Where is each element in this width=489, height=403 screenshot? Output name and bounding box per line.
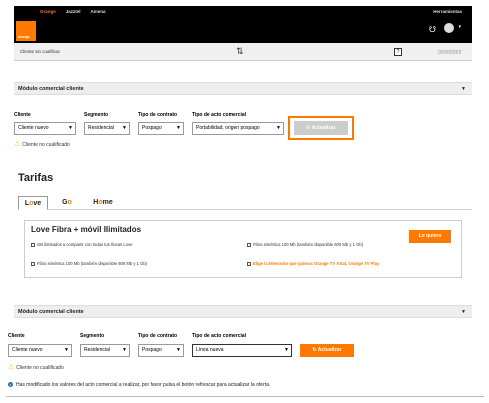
tarifas-title: Tarifas — [18, 172, 54, 184]
logo-text: orange — [18, 35, 30, 39]
avatar[interactable] — [444, 23, 454, 33]
module-header[interactable]: Módulo comercial cliente ▼ — [14, 82, 472, 95]
update-label: Actualizar — [317, 347, 342, 353]
chevron-down-icon: ▼ — [122, 347, 127, 353]
orange-logo: orange — [16, 21, 36, 41]
info-message: i Has modificado los valores del acto com… — [8, 382, 270, 388]
brand-nav: Orange Jazztel Amena — [40, 9, 106, 14]
info-text: Has modificado los valores del acto come… — [16, 382, 271, 388]
acto-select[interactable]: Portabilidad, origen pospago ▼ — [192, 122, 284, 135]
offer-card: Love Fibra + móvil Ilimitados GB ilimita… — [24, 220, 462, 278]
label-contrato: Tipo de contrato — [138, 112, 178, 118]
tarifas-tabs: Love Go Home — [18, 196, 472, 210]
segmento-select[interactable]: Residencial ▼ — [80, 344, 130, 357]
tab-love[interactable]: Love — [18, 196, 48, 210]
collapse-icon[interactable]: ▼ — [461, 86, 466, 92]
cliente-value: Cliente nuevo — [18, 125, 49, 131]
label-segmento: Segmento — [80, 333, 105, 339]
warning-message: ⚠ Cliente no cualificado — [14, 140, 70, 148]
update-button[interactable]: ↻ Actualizar — [300, 344, 354, 357]
label-cliente: Cliente — [8, 333, 25, 339]
segmento-value: Residencial — [84, 347, 110, 353]
chevron-down-icon: ▼ — [276, 125, 281, 131]
feature-right-1: Fibra simétrica 100 Mb (también disponib… — [247, 242, 363, 247]
module-title: Módulo comercial cliente — [18, 86, 84, 92]
cliente-select[interactable]: Cliente nuevo ▼ — [8, 344, 72, 357]
contrato-select[interactable]: Pospago ▼ — [138, 122, 184, 135]
toolbar-icons[interactable]: ▯▯▯▯▯▯▯▯ — [438, 49, 462, 55]
acto-value: Línea nueva — [196, 347, 224, 353]
module-header[interactable]: Módulo comercial cliente ▼ — [14, 305, 472, 318]
top-bar: Orange Jazztel Amena Herramientas orange… — [14, 6, 472, 43]
cliente-select[interactable]: Cliente nuevo ▼ — [14, 122, 76, 135]
tab-go[interactable]: Go — [54, 196, 80, 210]
tv-icon — [247, 261, 251, 266]
segmento-select[interactable]: Residencial ▼ — [84, 122, 130, 135]
swap-icon[interactable]: ⇅ — [236, 46, 244, 57]
label-contrato: Tipo de contrato — [138, 333, 178, 339]
update-label: Actualizar — [311, 125, 336, 131]
module-title: Módulo comercial cliente — [18, 309, 84, 315]
sim-icon — [31, 242, 35, 247]
tab-love-post: ve — [33, 200, 42, 207]
offer-title: Love Fibra + móvil Ilimitados — [31, 225, 142, 234]
warning-message: ⚠ Cliente no cualificado — [8, 363, 64, 371]
feature-left-2: Fibra simétrica 100 Mb (también disponib… — [31, 261, 147, 266]
customer-status: Cliente sin cualificar — [20, 49, 61, 54]
warning-text: Cliente no cualificado — [16, 365, 64, 371]
divider — [6, 396, 484, 397]
label-acto: Tipo de acto comercial — [192, 333, 247, 339]
feature-left-1: GB ilimitados a compartir con todas tus … — [31, 242, 132, 247]
feature-right-2[interactable]: Elige la televisión que quieras Orange T… — [247, 261, 379, 266]
lo-quiero-button[interactable]: Lo quiero — [409, 230, 451, 243]
feature-text: Elige la televisión que quieras Orange T… — [253, 261, 380, 266]
contrato-value: Pospago — [142, 125, 162, 131]
herramientas-link[interactable]: Herramientas — [433, 9, 462, 14]
label-segmento: Segmento — [84, 112, 109, 118]
warning-icon: ⚠ — [8, 364, 15, 371]
tab-go-accent: o — [67, 199, 72, 206]
acto-select[interactable]: Línea nueva ▼ — [192, 344, 292, 357]
nav-amena[interactable]: Amena — [91, 9, 106, 14]
warning-text: Cliente no cualificado — [22, 142, 70, 148]
feature-text: Fibra simétrica 100 Mb (también disponib… — [253, 242, 364, 247]
chevron-down-icon: ▼ — [176, 125, 181, 131]
customer-bar: Cliente sin cualificar ⇅ ? ▯▯▯▯▯▯▯▯ — [14, 43, 472, 61]
feature-text: Fibra simétrica 100 Mb (también disponib… — [37, 261, 148, 266]
warning-icon: ⚠ — [14, 141, 21, 148]
basket-icon[interactable]: ☋ — [429, 25, 436, 34]
chevron-down-icon: ▼ — [64, 347, 69, 353]
contrato-select[interactable]: Pospago ▼ — [138, 344, 184, 357]
chevron-down-icon: ▼ — [284, 347, 289, 353]
segmento-value: Residencial — [88, 125, 114, 131]
label-cliente: Cliente — [14, 112, 31, 118]
chevron-down-icon: ▼ — [68, 125, 73, 131]
contrato-value: Pospago — [142, 347, 162, 353]
tab-home-post: me — [102, 199, 113, 206]
chevron-down-icon: ▼ — [122, 125, 127, 131]
nav-jazztel[interactable]: Jazztel — [66, 9, 81, 14]
tab-home[interactable]: Home — [88, 196, 118, 210]
collapse-icon[interactable]: ▼ — [461, 309, 466, 315]
acto-value: Portabilidad, origen pospago — [196, 125, 260, 131]
fiber-icon — [31, 261, 35, 266]
help-button[interactable]: ? — [394, 48, 402, 56]
info-icon: i — [8, 382, 13, 387]
update-button-disabled[interactable]: ↻ Actualizar — [294, 121, 348, 135]
nav-orange[interactable]: Orange — [40, 9, 56, 14]
label-acto: Tipo de acto comercial — [192, 112, 247, 118]
feature-text: GB ilimitados a compartir con todas tus … — [37, 242, 133, 247]
chevron-down-icon[interactable]: ▾ — [458, 24, 461, 30]
fiber-icon — [247, 242, 251, 247]
cliente-value: Cliente nuevo — [12, 347, 43, 353]
chevron-down-icon: ▼ — [176, 347, 181, 353]
